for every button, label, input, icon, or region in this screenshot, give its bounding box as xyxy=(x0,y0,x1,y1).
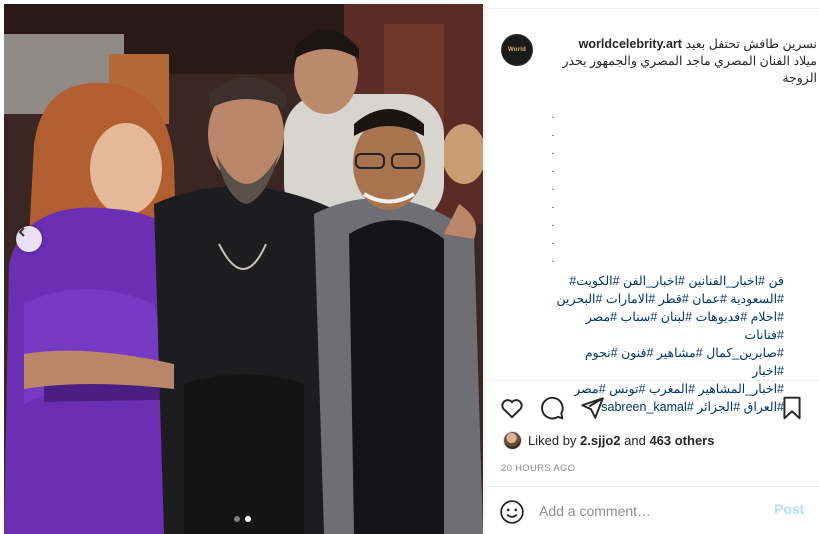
comment-input[interactable] xyxy=(539,499,759,523)
carousel-dot xyxy=(234,516,240,522)
likes-others[interactable]: 463 others xyxy=(649,433,714,448)
carousel-prev-button[interactable] xyxy=(16,226,42,252)
likes-middle: and xyxy=(620,433,650,448)
caption-dot: . xyxy=(551,217,555,229)
heart-icon[interactable] xyxy=(499,395,525,421)
avatar-logo-text: World xyxy=(508,47,526,53)
hashtag-line[interactable]: #صابرين_كمال #مشاهير #فنون #نجوم #اخبار xyxy=(551,344,784,380)
likes-summary: Liked by 2.sjjo2 and 463 others xyxy=(528,433,714,448)
liked-by-user[interactable]: 2.sjjo2 xyxy=(580,433,620,448)
caption-dot: . xyxy=(551,145,555,157)
caption-text: نسرين طافش تحتفل بعيد worldcelebrity.art… xyxy=(551,36,817,87)
caption-dot: . xyxy=(551,109,555,121)
username[interactable]: worldcelebrity.art xyxy=(579,37,682,51)
post-side-panel: World نسرين طافش تحتفل بعيد worldcelebri… xyxy=(484,4,819,534)
post-comment-button[interactable]: Post xyxy=(774,501,804,517)
caption-dot: . xyxy=(551,127,555,139)
caption-line-1: نسرين طافش تحتفل بعيد worldcelebrity.art xyxy=(551,36,817,53)
caption-dot: . xyxy=(551,163,555,175)
caption-dot: . xyxy=(551,181,555,193)
caption-dot: . xyxy=(551,253,555,265)
comment-icon[interactable] xyxy=(539,395,565,421)
caption-title-line-3: الزوجة xyxy=(782,71,817,85)
hashtag-line[interactable]: فن #اخبار_الفنانين #اخبار_الفن #الكويت# xyxy=(551,272,784,290)
chevron-left-icon xyxy=(18,227,25,237)
emoji-icon[interactable] xyxy=(499,499,525,525)
carousel-dot-active xyxy=(245,516,251,522)
hashtag-line[interactable]: #السعودية #عمان #قطر #الامارات #البحرين xyxy=(551,290,784,308)
likes-prefix: Liked by xyxy=(528,433,581,448)
instagram-post: World نسرين طافش تحتفل بعيد worldcelebri… xyxy=(0,0,819,534)
post-photo[interactable] xyxy=(4,4,483,534)
hashtag-line[interactable]: #احلام #فديوهات #لبنان #سناب #مصر #فنانا… xyxy=(551,308,784,344)
divider xyxy=(485,8,819,9)
comment-bar: Post xyxy=(485,486,819,534)
liker-avatar[interactable] xyxy=(503,431,522,450)
post-timestamp[interactable]: 20 HOURS AGO xyxy=(501,463,575,474)
caption-title-line-2: ميلاد الفنان المصري ماجد المصري والجمهور… xyxy=(562,54,817,68)
caption-title-line-1: نسرين طافش تحتفل بعيد xyxy=(685,37,817,51)
share-icon[interactable] xyxy=(579,395,605,421)
caption-dot: . xyxy=(551,199,555,211)
bookmark-icon[interactable] xyxy=(779,395,805,421)
photo-illustration xyxy=(4,4,483,534)
caption-dots: . . . . . . . . . xyxy=(545,106,561,268)
caption-dot: . xyxy=(551,235,555,247)
avatar[interactable]: World xyxy=(501,34,533,66)
caption-block: World نسرين طافش تحتفل بعيد worldcelebri… xyxy=(485,24,819,414)
carousel-indicator xyxy=(234,516,251,522)
